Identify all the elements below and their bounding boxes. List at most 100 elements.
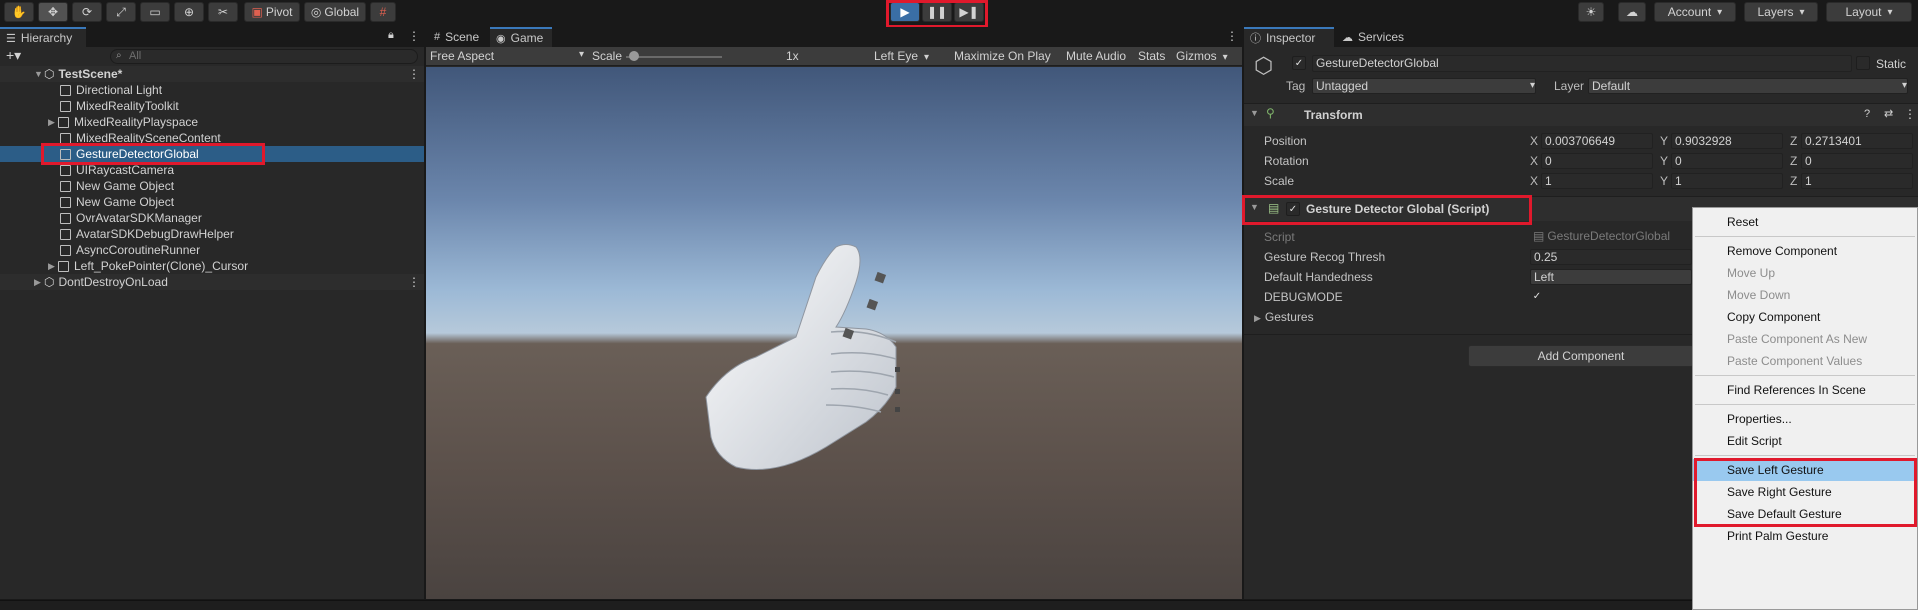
list-item-selected[interactable]: GestureDetectorGlobal [0, 146, 424, 162]
list-item[interactable]: MixedRealityToolkit [0, 98, 424, 114]
menu-item-paste-values[interactable]: Paste Component Values [1693, 350, 1917, 372]
gizmos-dropdown[interactable]: Gizmos [1176, 49, 1228, 63]
menu-item-save-default-gesture[interactable]: Save Default Gesture [1693, 503, 1917, 525]
list-item[interactable]: ▶ MixedRealityPlayspace [0, 114, 424, 130]
game-viewport[interactable] [426, 67, 1242, 599]
menu-item-reset[interactable]: Reset [1693, 211, 1917, 233]
menu-item-edit-script[interactable]: Edit Script [1693, 430, 1917, 452]
expand-arrow-icon[interactable]: ▶ [34, 277, 44, 288]
list-item[interactable]: AvatarSDKDebugDrawHelper [0, 226, 424, 242]
pivot-button[interactable]: ▣ Pivot [244, 2, 300, 22]
game-kebab-icon[interactable]: ⋮ [1226, 29, 1238, 43]
expand-arrow-icon[interactable]: ▶ [48, 117, 58, 128]
menu-item-remove-component[interactable]: Remove Component [1693, 240, 1917, 262]
move-tool-button[interactable]: ✥ [38, 2, 68, 22]
scale-icon: ⤢ [116, 4, 126, 19]
static-checkbox[interactable] [1856, 56, 1870, 70]
object-name-field[interactable]: GestureDetectorGlobal [1312, 55, 1852, 72]
scale-slider-thumb[interactable] [629, 51, 639, 61]
list-item[interactable]: New Game Object [0, 178, 424, 194]
add-component-button[interactable]: Add Component [1468, 345, 1694, 367]
menu-item-properties[interactable]: Properties... [1693, 408, 1917, 430]
help-icon[interactable]: ? [1864, 108, 1870, 120]
tab-inspector[interactable]: ⓘ Inspector [1244, 27, 1334, 47]
preset-icon[interactable]: ⇄ [1884, 107, 1893, 120]
menu-item-copy-component[interactable]: Copy Component [1693, 306, 1917, 328]
menu-item-move-up[interactable]: Move Up [1693, 262, 1917, 284]
menu-item-move-down[interactable]: Move Down [1693, 284, 1917, 306]
global-button[interactable]: ◎ Global [304, 2, 366, 22]
add-icon[interactable]: +▾ [6, 47, 21, 64]
stats-toggle[interactable]: Stats [1138, 49, 1165, 63]
handedness-dropdown[interactable]: Left [1530, 269, 1692, 285]
scale-z-field[interactable]: 1 [1801, 173, 1913, 189]
list-item[interactable]: OvrAvatarSDKManager [0, 210, 424, 226]
list-item[interactable]: MixedRealitySceneContent [0, 130, 424, 146]
eye-dropdown[interactable]: Left Eye [874, 49, 929, 63]
light-button[interactable]: ☀ [1578, 2, 1604, 22]
layout-dropdown[interactable]: Layout [1826, 2, 1912, 22]
scale-x-field[interactable]: 1 [1541, 173, 1653, 189]
menu-item-save-right-gesture[interactable]: Save Right Gesture [1693, 481, 1917, 503]
component-enabled-checkbox[interactable]: ✓ [1286, 202, 1300, 216]
position-z-field[interactable]: 0.2713401 [1801, 133, 1913, 149]
grid-snap-button[interactable]: # [370, 2, 396, 22]
handedness-label: Default Handedness [1264, 270, 1373, 284]
list-item[interactable]: Directional Light [0, 82, 424, 98]
layer-dropdown[interactable]: Default [1588, 78, 1908, 94]
account-dropdown[interactable]: Account [1654, 2, 1736, 22]
tag-dropdown[interactable]: Untagged [1312, 78, 1536, 94]
scene-kebab-icon[interactable]: ⋮ [408, 67, 420, 81]
dontdestroy-kebab-icon[interactable]: ⋮ [408, 275, 420, 289]
menu-item-paste-as-new[interactable]: Paste Component As New [1693, 328, 1917, 350]
hand-tool-button[interactable]: ✋ [4, 2, 34, 22]
gestures-foldout[interactable]: ▶ Gestures [1254, 310, 1314, 324]
step-button[interactable]: ▶❚ [954, 2, 984, 22]
transform-header[interactable]: ▼ ⚲ Transform ? ⇄ ⋮ [1244, 104, 1918, 126]
tab-game[interactable]: ◉ Game [490, 27, 552, 47]
maximize-on-play-toggle[interactable]: Maximize On Play [954, 49, 1051, 63]
menu-item-print-palm-gesture[interactable]: Print Palm Gesture [1693, 525, 1917, 547]
play-button[interactable]: ▶ [890, 2, 920, 22]
pause-button[interactable]: ❚❚ [922, 2, 952, 22]
scale-y-field[interactable]: 1 [1671, 173, 1783, 189]
aspect-dropdown[interactable]: Free Aspect [430, 49, 584, 63]
rotation-z-field[interactable]: 0 [1801, 153, 1913, 169]
list-item[interactable]: New Game Object [0, 194, 424, 210]
lock-icon[interactable]: 🔒︎ [388, 29, 394, 42]
custom-tool-button[interactable]: ✂ [208, 2, 238, 22]
scale-slider[interactable] [626, 56, 722, 58]
tab-scene[interactable]: # Scene [428, 27, 490, 47]
component-menu-icon[interactable]: ⋮ [1904, 107, 1916, 121]
rect-tool-button[interactable]: ▭ [140, 2, 170, 22]
list-item[interactable]: AsyncCoroutineRunner [0, 242, 424, 258]
gesture-thresh-field[interactable]: 0.25 [1530, 249, 1692, 265]
position-x-field[interactable]: 0.003706649 [1541, 133, 1653, 149]
active-checkbox[interactable]: ✓ [1292, 56, 1306, 70]
position-y-field[interactable]: 0.9032928 [1671, 133, 1783, 149]
layers-dropdown[interactable]: Layers [1744, 2, 1818, 22]
kebab-menu-icon[interactable]: ⋮ [408, 29, 420, 43]
list-item[interactable]: UIRaycastCamera [0, 162, 424, 178]
expand-arrow-icon[interactable]: ▼ [34, 69, 44, 79]
debugmode-checkbox[interactable]: ✓ [1530, 289, 1544, 303]
mute-audio-toggle[interactable]: Mute Audio [1066, 49, 1126, 63]
tab-hierarchy[interactable]: ☰ Hierarchy [0, 27, 86, 47]
cloud-button[interactable]: ☁ [1618, 2, 1646, 22]
expand-arrow-icon[interactable]: ▶ [48, 261, 58, 272]
scale-tool-button[interactable]: ⤢ [106, 2, 136, 22]
menu-item-find-references[interactable]: Find References In Scene [1693, 379, 1917, 401]
rotation-y-field[interactable]: 0 [1671, 153, 1783, 169]
foldout-arrow-icon[interactable]: ▶ [1254, 313, 1261, 323]
hierarchy-search-input[interactable]: ⌕ All [110, 49, 418, 64]
scene-row[interactable]: ▼ ⬡ TestScene* ⋮ [0, 66, 424, 82]
rotate-tool-button[interactable]: ⟳ [72, 2, 102, 22]
menu-item-save-left-gesture[interactable]: Save Left Gesture [1693, 459, 1917, 481]
foldout-arrow-icon[interactable]: ▼ [1250, 108, 1259, 118]
rotation-x-field[interactable]: 0 [1541, 153, 1653, 169]
dontdestroy-row[interactable]: ▶ ⬡ DontDestroyOnLoad ⋮ [0, 274, 424, 290]
tab-services[interactable]: ☁ Services [1336, 27, 1406, 47]
transform-tool-button[interactable]: ⊕ [174, 2, 204, 22]
list-item[interactable]: ▶ Left_PokePointer(Clone)_Cursor [0, 258, 424, 274]
foldout-arrow-icon[interactable]: ▼ [1250, 202, 1259, 212]
